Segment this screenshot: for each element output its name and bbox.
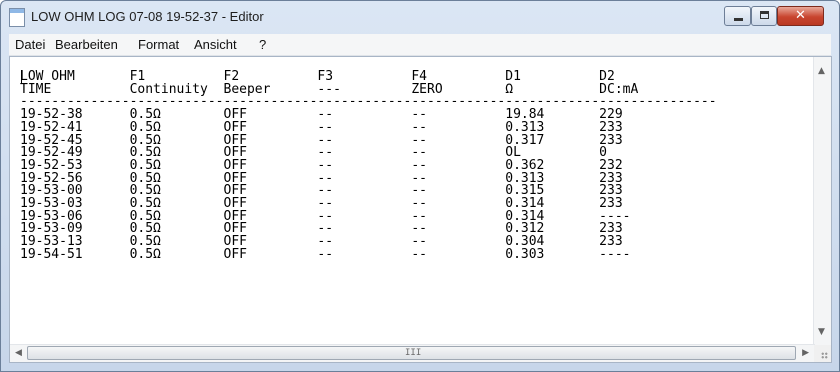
text-editor-area[interactable]: LOW OHM F1 F2 F3 F4 D1 D2 TIME Continuit… [9,56,832,363]
maximize-button[interactable] [751,6,777,26]
close-icon: ✕ [795,8,806,23]
minimize-button[interactable] [724,6,751,26]
window-title: LOW OHM LOG 07-08 19-52-37 - Editor [31,9,264,24]
horizontal-scrollbar[interactable]: ◀ III ▶ [10,344,815,362]
editor-window: LOW OHM LOG 07-08 19-52-37 - Editor ✕ Da… [0,0,840,372]
thumb-grip-icon: III [405,348,422,358]
menu-bearbeiten[interactable]: Bearbeiten [55,37,118,52]
menu-help[interactable]: ? [259,37,266,52]
resize-grip-icon[interactable] [814,345,831,362]
vertical-scrollbar[interactable]: ▲ ▼ [813,57,831,345]
scroll-up-icon[interactable]: ▲ [818,66,825,76]
maximize-icon [760,11,769,19]
scroll-left-icon[interactable]: ◀ [15,348,22,358]
text-caret [21,70,22,84]
horizontal-scroll-thumb[interactable]: III [27,346,796,360]
menu-format[interactable]: Format [138,37,179,52]
scroll-down-icon[interactable]: ▼ [818,327,825,337]
scroll-right-icon[interactable]: ▶ [802,348,809,358]
menu-datei[interactable]: Datei [15,37,45,52]
close-button[interactable]: ✕ [777,6,824,26]
minimize-icon [734,18,743,21]
menu-ansicht[interactable]: Ansicht [194,37,237,52]
document-text[interactable]: LOW OHM F1 F2 F3 F4 D1 D2 TIME Continuit… [20,70,717,262]
notepad-icon [9,8,25,27]
menu-bar: Datei Bearbeiten Format Ansicht ? [9,34,831,56]
title-bar[interactable]: LOW OHM LOG 07-08 19-52-37 - Editor ✕ [1,1,839,33]
